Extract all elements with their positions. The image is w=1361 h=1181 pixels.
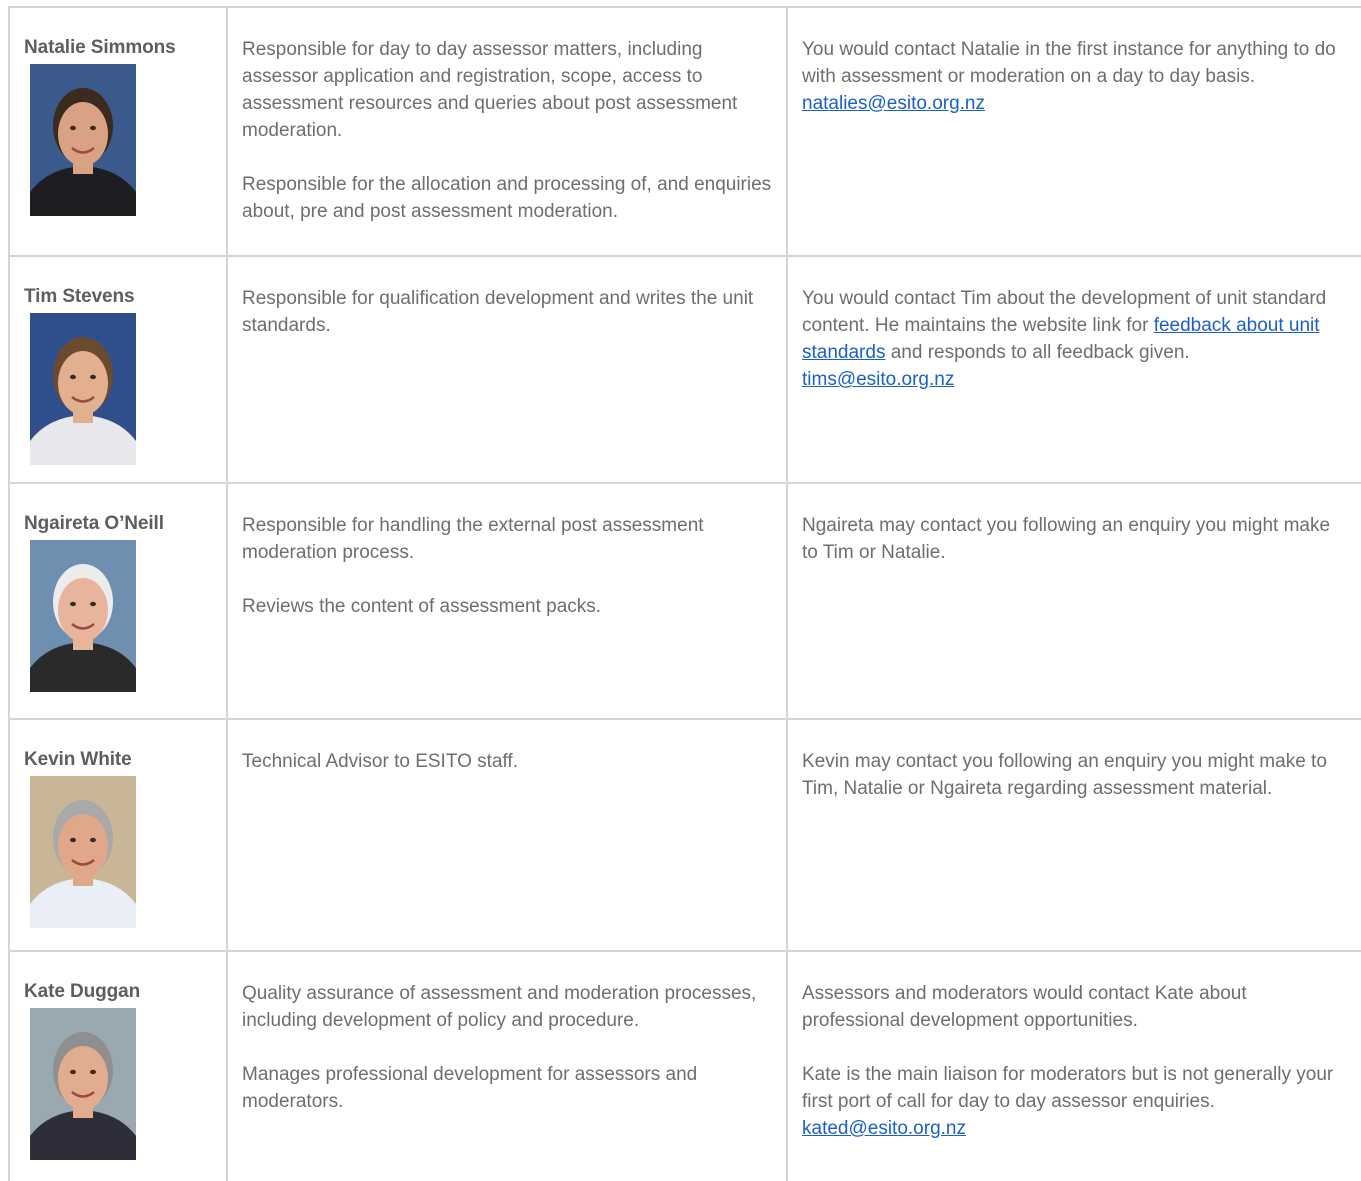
avatar [30,313,136,465]
role-cell: Responsible for day to day assessor matt… [226,6,788,257]
photo-face [58,814,108,878]
role-text: Responsible for day to day assessor matt… [242,39,738,141]
contact-cell: You would contact Tim about the developm… [786,255,1361,484]
photo-eye [90,125,96,131]
photo-eye [90,601,96,607]
portrait-photo [30,1008,136,1160]
email-link[interactable]: natalies@esito.org.nz [802,93,985,114]
photo-eye [70,1069,76,1075]
role-cell: Quality assurance of assessment and mode… [226,950,788,1181]
avatar [30,64,136,216]
contact-cell: Assessors and moderators would contact K… [786,950,1361,1181]
contact-text: Kevin may contact you following an enqui… [802,751,1327,799]
contact-description: You would contact Natalie in the first i… [802,39,1336,87]
portrait-photo [30,64,136,216]
person-name: Natalie Simmons [24,37,176,58]
photo-eye [70,601,76,607]
photo-face [58,351,108,415]
photo-eye [90,837,96,843]
person-name: Kevin White [24,749,132,770]
person-name: Tim Stevens [24,286,135,307]
contact-description: Kate is the main liaison for moderators … [802,1064,1334,1112]
role-text: Responsible for handling the external po… [242,515,704,563]
photo-eye [70,125,76,131]
person-name: Ngaireta O’Neill [24,513,164,534]
role-text: Technical Advisor to ESITO staff. [242,751,518,772]
photo-eye [90,1069,96,1075]
contact-cell: Kevin may contact you following an enqui… [786,718,1361,952]
photo-face [58,102,108,166]
email-link[interactable]: kated@esito.org.nz [802,1118,966,1139]
photo-eye [90,374,96,380]
table-row: Natalie Simmons Responsible for day to d… [8,6,1361,257]
role-cell: Technical Advisor to ESITO staff. [226,718,788,952]
name-cell: Tim Stevens [8,255,228,484]
role-text: Reviews the content of assessment packs. [242,596,602,617]
person-name: Kate Duggan [24,981,141,1002]
table-row: Kevin White Technical Advisor to ESITO s… [8,718,1361,952]
name-cell: Kevin White [8,718,228,952]
role-cell: Responsible for qualification developmen… [226,255,788,484]
name-cell: Kate Duggan [8,950,228,1181]
role-text: Manages professional development for ass… [242,1064,698,1112]
table-row: Ngaireta O’Neill Responsible for handlin… [8,482,1361,720]
contact-text: You would contact Natalie in the first i… [802,36,1349,117]
name-cell: Ngaireta O’Neill [8,482,228,720]
role-text: Responsible for qualification developmen… [242,288,754,336]
photo-eye [70,374,76,380]
role-text: Quality assurance of assessment and mode… [242,983,757,1031]
portrait-photo [30,313,136,465]
contact-cell: You would contact Natalie in the first i… [786,6,1361,257]
avatar [30,1008,136,1160]
photo-eye [70,837,76,843]
email-link[interactable]: tims@esito.org.nz [802,369,954,390]
portrait-photo [30,540,136,692]
photo-face [58,578,108,642]
staff-table: Natalie Simmons Responsible for day to d… [8,6,1361,1181]
contact-description-end: and responds to all feedback given. [890,342,1190,363]
role-text: Responsible for the allocation and proce… [242,174,772,222]
avatar [30,776,136,928]
contact-text: Ngaireta may contact you following an en… [802,515,1331,563]
contact-text: You would contact Tim about the developm… [802,285,1349,393]
contact-cell: Ngaireta may contact you following an en… [786,482,1361,720]
avatar [30,540,136,692]
portrait-photo [30,776,136,928]
photo-face [58,1046,108,1110]
name-cell: Natalie Simmons [8,6,228,257]
contact-text: Assessors and moderators would contact K… [802,983,1247,1031]
table-row: Tim Stevens Responsible for qualificatio… [8,255,1361,484]
contact-text: Kate is the main liaison for moderators … [802,1061,1349,1142]
table-row: Kate Duggan Quality assurance of assessm… [8,950,1361,1181]
role-cell: Responsible for handling the external po… [226,482,788,720]
